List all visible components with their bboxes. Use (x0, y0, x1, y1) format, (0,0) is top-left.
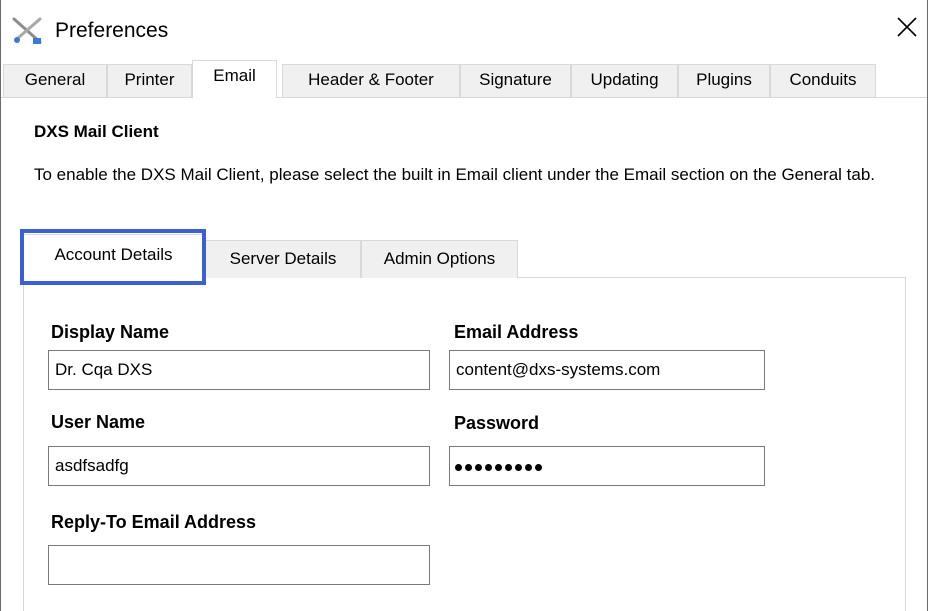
window-border-right (927, 0, 928, 611)
tab-header-footer[interactable]: Header & Footer (282, 64, 460, 97)
tab-general[interactable]: General (3, 64, 107, 97)
password-label: Password (454, 413, 540, 433)
display-name-field[interactable] (48, 350, 430, 390)
reply-to-label: Reply-To Email Address (51, 512, 257, 532)
subtab-admin-options[interactable]: Admin Options (361, 240, 518, 278)
email-address-label: Email Address (454, 322, 579, 342)
close-icon (897, 16, 917, 42)
tab-plugins[interactable]: Plugins (678, 64, 770, 97)
tools-icon (11, 16, 45, 46)
title-bar: Preferences (1, 0, 927, 60)
tab-conduits[interactable]: Conduits (770, 64, 876, 97)
section-heading: DXS Mail Client (34, 122, 159, 141)
password-field[interactable] (449, 446, 765, 486)
tab-strip-border (1, 97, 927, 98)
tab-email[interactable]: Email (192, 60, 277, 98)
main-tab-strip: General Printer Email Header & Footer Si… (1, 60, 927, 98)
close-button[interactable] (887, 10, 927, 48)
subtab-server-details[interactable]: Server Details (205, 240, 361, 278)
reply-to-field[interactable] (48, 545, 430, 585)
tab-signature[interactable]: Signature (460, 64, 571, 97)
tab-updating[interactable]: Updating (571, 64, 678, 97)
tab-printer[interactable]: Printer (107, 64, 192, 97)
user-name-field[interactable] (48, 446, 430, 486)
subtab-account-details[interactable]: Account Details (23, 234, 204, 278)
email-address-field[interactable] (449, 350, 765, 390)
display-name-label: Display Name (51, 322, 170, 342)
user-name-label: User Name (51, 412, 146, 432)
window-title: Preferences (55, 19, 169, 42)
section-description: To enable the DXS Mail Client, please se… (34, 165, 876, 184)
